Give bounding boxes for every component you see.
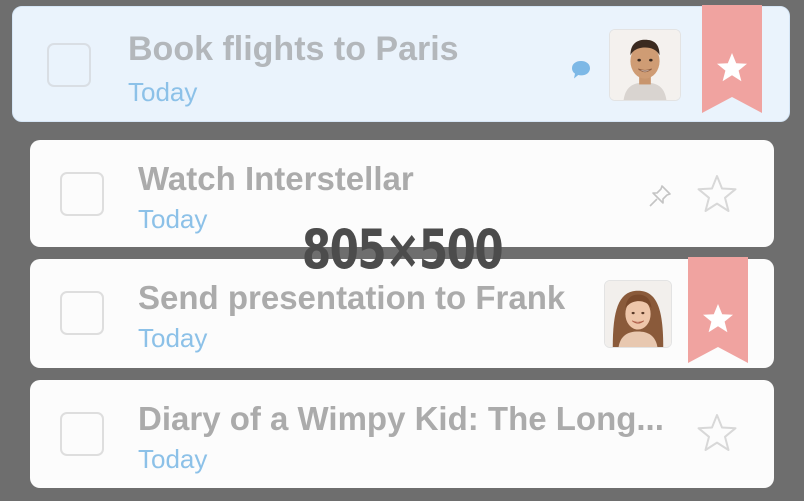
task-checkbox[interactable] [60,412,104,456]
starred-bookmark-icon[interactable] [688,257,748,363]
male-avatar-icon [610,30,680,100]
assignee-avatar[interactable] [609,29,681,101]
pin-icon[interactable] [647,183,673,209]
task-due-date: Today [138,204,208,234]
task-row-book-flights[interactable]: Book flights to Paris Today [12,5,790,122]
assignee-avatar[interactable] [604,280,672,348]
task-due-date: Today [138,323,208,353]
task-title: Diary of a Wimpy Kid: The Long... [138,400,664,437]
starred-bookmark-icon[interactable] [702,5,762,113]
task-due-date: Today [138,444,208,474]
task-list: Book flights to Paris Today Watch Inters [0,0,804,501]
task-row-watch-interstellar[interactable]: Watch Interstellar Today [30,140,774,247]
task-row-diary-wimpy-kid[interactable]: Diary of a Wimpy Kid: The Long... Today [30,380,774,488]
comment-icon[interactable] [570,59,592,81]
task-title: Book flights to Paris [128,30,459,68]
star-outline-icon[interactable] [696,173,738,215]
task-checkbox[interactable] [60,291,104,335]
task-checkbox[interactable] [60,172,104,216]
star-outline-icon[interactable] [696,412,738,454]
task-due-date: Today [128,77,198,107]
task-title: Send presentation to Frank [138,279,566,316]
female-avatar-icon [605,281,671,347]
task-title: Watch Interstellar [138,160,414,197]
task-checkbox[interactable] [47,43,91,87]
task-row-send-presentation[interactable]: Send presentation to Frank Today [30,257,774,368]
